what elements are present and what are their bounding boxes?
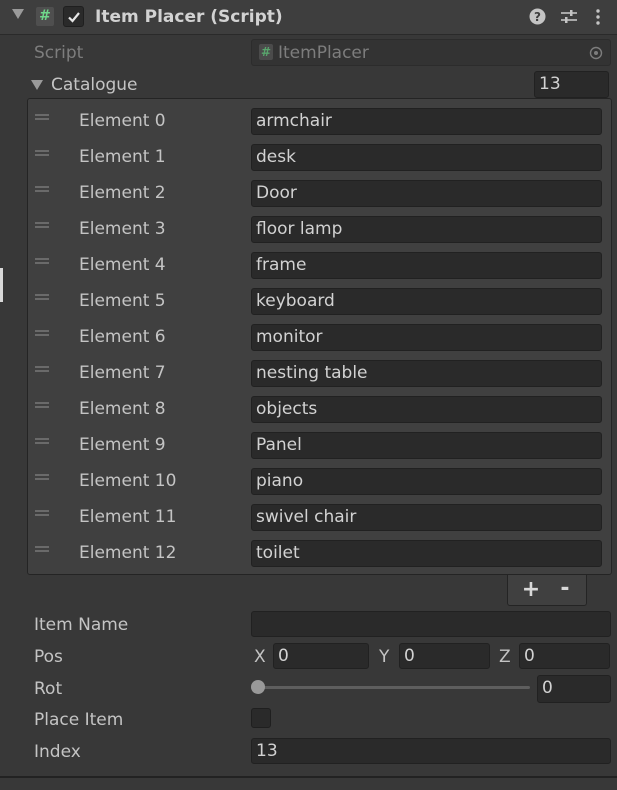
drag-handle-icon[interactable] [35,474,49,480]
script-label: Script [34,43,84,63]
index-field[interactable]: 13 [251,738,611,764]
component-header[interactable] [0,0,617,35]
component-enabled-checkbox[interactable] [63,6,84,27]
element-label: Element 5 [79,291,166,311]
drag-handle-icon[interactable] [35,438,49,444]
drag-handle-icon[interactable] [35,510,49,516]
drag-handle-icon[interactable] [35,186,49,192]
object-picker-icon[interactable] [589,45,603,60]
element-value-field[interactable]: piano [251,468,602,495]
next-component-strip [0,778,617,790]
rot-value-field[interactable]: 0 [537,675,611,703]
rot-label: Rot [34,679,63,699]
pos-y-label[interactable]: Y [379,647,389,667]
element-label: Element 3 [79,219,166,239]
element-label: Element 6 [79,327,166,347]
item-name-label: Item Name [34,615,129,635]
item-name-field[interactable] [251,611,611,637]
pos-x-label[interactable]: X [254,647,266,667]
element-label: Element 1 [79,147,166,167]
drag-handle-icon[interactable] [35,258,49,264]
list-footer: + - [507,575,587,606]
drag-handle-icon[interactable] [35,294,49,300]
place-item-label: Place Item [34,710,124,730]
element-label: Element 2 [79,183,166,203]
catalogue-size-field[interactable]: 13 [534,71,609,98]
preset-icon[interactable] [560,8,578,25]
element-value-field[interactable]: swivel chair [251,504,602,531]
element-value-field[interactable]: armchair [251,108,602,135]
element-value-field[interactable]: Door [251,180,602,207]
component-title: Item Placer (Script) [95,7,283,27]
script-object-field[interactable]: # ItemPlacer [251,39,611,66]
drag-handle-icon[interactable] [35,150,49,156]
checkmark-icon [68,12,80,23]
pos-x-field[interactable]: 0 [273,643,369,669]
pos-y-field[interactable]: 0 [399,643,490,669]
element-label: Element 0 [79,111,166,131]
edge-marker [0,268,3,302]
kebab-menu-icon[interactable] [592,8,604,26]
drag-handle-icon[interactable] [35,366,49,372]
add-element-button[interactable]: + [517,576,545,604]
element-label: Element 10 [79,471,177,491]
element-label: Element 8 [79,399,166,419]
help-icon[interactable]: ? [529,8,546,25]
element-value-field[interactable]: frame [251,252,602,279]
remove-element-button[interactable]: - [551,575,579,603]
element-value-field[interactable]: toilet [251,540,602,567]
drag-handle-icon[interactable] [35,114,49,120]
element-value-field[interactable]: desk [251,144,602,171]
pos-label: Pos [34,647,63,667]
element-value-field[interactable]: keyboard [251,288,602,315]
drag-handle-icon[interactable] [35,330,49,336]
element-value-field[interactable]: nesting table [251,360,602,387]
collapse-arrow-icon[interactable] [12,9,24,19]
pos-z-field[interactable]: 0 [519,643,610,669]
pos-z-label[interactable]: Z [499,647,511,667]
drag-handle-icon[interactable] [35,222,49,228]
rot-slider-thumb[interactable] [251,680,265,694]
element-label: Element 7 [79,363,166,383]
catalogue-foldout-arrow-icon[interactable] [31,80,43,90]
svg-text:?: ? [534,10,541,24]
place-item-checkbox[interactable] [251,708,271,728]
element-value-field[interactable]: Panel [251,432,602,459]
csharp-script-icon: # [259,44,273,60]
element-value-field[interactable]: objects [251,396,602,423]
script-field-value: ItemPlacer [278,43,369,63]
element-label: Element 9 [79,435,166,455]
rot-slider-track[interactable] [258,686,530,689]
element-value-field[interactable]: monitor [251,324,602,351]
drag-handle-icon[interactable] [35,546,49,552]
element-value-field[interactable]: floor lamp [251,216,602,243]
drag-handle-icon[interactable] [35,402,49,408]
element-label: Element 4 [79,255,166,275]
catalogue-label[interactable]: Catalogue [51,75,138,95]
element-label: Element 12 [79,543,177,563]
index-label: Index [34,742,81,762]
csharp-script-icon: # [36,7,54,26]
element-label: Element 11 [79,507,177,527]
